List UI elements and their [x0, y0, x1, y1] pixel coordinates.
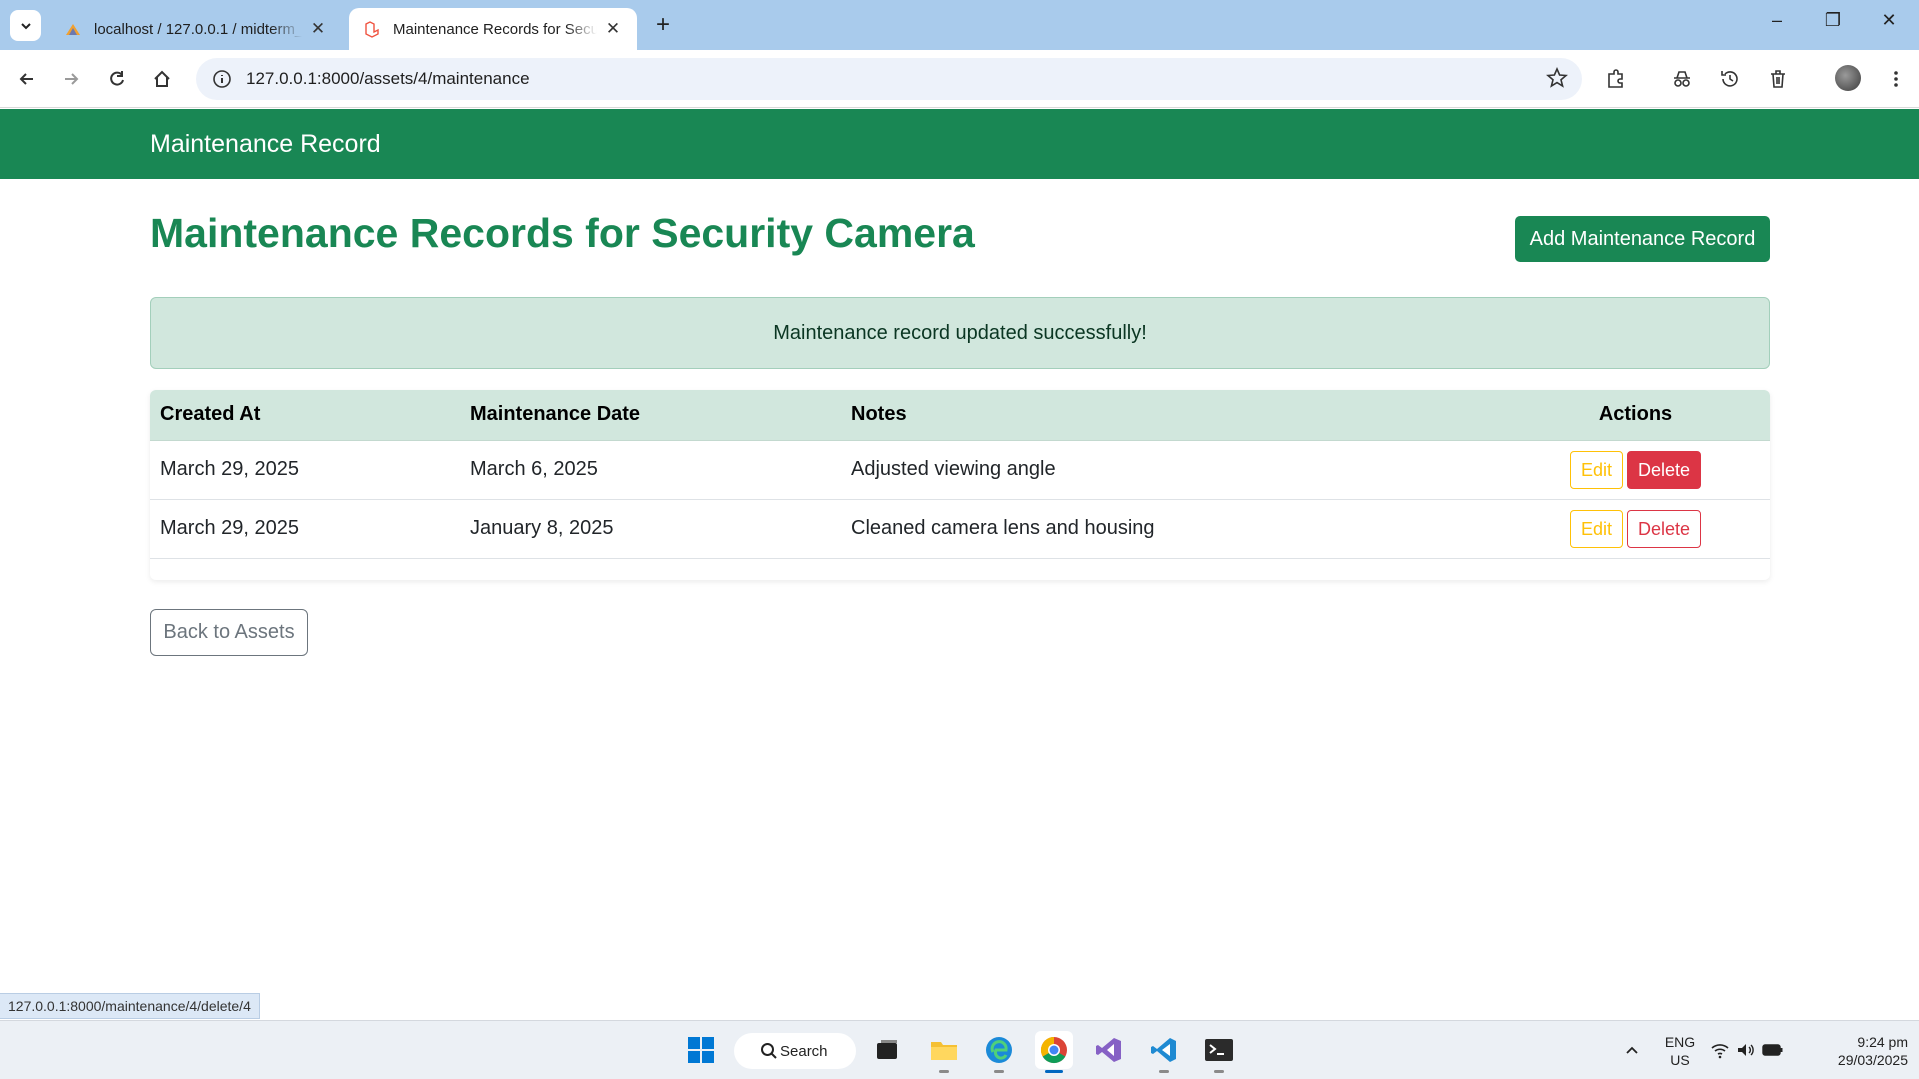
vscode-icon — [1151, 1038, 1176, 1062]
task-view-icon — [877, 1040, 897, 1059]
file-explorer-button[interactable] — [925, 1031, 963, 1073]
header-actions: Actions — [1491, 390, 1770, 441]
folder-icon — [931, 1042, 957, 1060]
site-info-icon[interactable] — [210, 67, 234, 91]
cell-notes: Adjusted viewing angle — [851, 458, 1056, 480]
terminal-button[interactable] — [1200, 1031, 1238, 1073]
tab-maintenance-records[interactable]: Maintenance Records for Security Camera … — [349, 8, 637, 50]
page-title: Maintenance Records for Security Camera — [150, 210, 975, 256]
maintenance-table: Created At Maintenance Date Notes Action… — [150, 390, 1770, 559]
clock[interactable]: 9:24 pm 29/03/2025 — [1810, 1033, 1908, 1069]
table-row: March 29, 2025 January 8, 2025 Cleaned c… — [150, 499, 1770, 558]
edit-button[interactable]: Edit — [1569, 509, 1623, 548]
header-created-at: Created At — [150, 390, 460, 441]
battery-icon — [1762, 1044, 1783, 1056]
clock-time: 9:24 pm — [1857, 1034, 1908, 1050]
edge-icon — [986, 1037, 1012, 1063]
bookmark-star-icon[interactable] — [1546, 66, 1568, 94]
address-bar[interactable]: 127.0.0.1:8000/assets/4/maintenance — [196, 58, 1582, 100]
cell-notes: Cleaned camera lens and housing — [851, 517, 1155, 539]
browser-toolbar: 127.0.0.1:8000/assets/4/maintenance — [0, 50, 1919, 141]
new-tab-button[interactable]: + — [650, 11, 676, 39]
visual-studio-button[interactable] — [1090, 1031, 1128, 1069]
cell-created-at: March 29, 2025 — [160, 458, 299, 480]
running-indicator — [939, 1070, 949, 1073]
start-button[interactable] — [682, 1031, 720, 1069]
edit-button[interactable]: Edit — [1569, 450, 1623, 489]
running-indicator — [1214, 1070, 1224, 1073]
tab-search-button[interactable] — [10, 10, 41, 41]
navbar-brand[interactable]: Maintenance Record — [150, 130, 381, 159]
vscode-button[interactable] — [1145, 1031, 1183, 1073]
tab-title: localhost / 127.0.0.1 / midterm_ — [94, 20, 302, 38]
region-code: US — [1670, 1052, 1690, 1068]
incognito-icon[interactable] — [1667, 64, 1697, 94]
delete-button[interactable]: Delete — [1627, 509, 1702, 548]
chevron-up-icon — [1626, 1046, 1638, 1054]
back-to-assets-button[interactable]: Back to Assets — [150, 609, 308, 656]
chrome-icon — [1040, 1036, 1067, 1064]
cell-actions: Edit Delete — [1491, 499, 1770, 558]
tab-title: Maintenance Records for Security Camera — [393, 20, 597, 38]
alert-message: Maintenance record updated successfully! — [773, 321, 1147, 344]
browser-tab-strip: localhost / 127.0.0.1 / midterm_ ✕ Maint… — [0, 0, 1919, 50]
running-indicator — [994, 1070, 1004, 1073]
cell-maintenance-date: March 6, 2025 — [470, 458, 598, 480]
tab-phpmyadmin[interactable]: localhost / 127.0.0.1 / midterm_ ✕ — [50, 8, 342, 50]
link-status-bar: 127.0.0.1:8000/maintenance/4/delete/4 — [0, 993, 260, 1019]
trash-icon[interactable] — [1763, 64, 1793, 94]
reload-icon[interactable] — [102, 64, 132, 94]
show-hidden-icons-button[interactable] — [1613, 1031, 1651, 1069]
minimize-icon[interactable]: – — [1762, 10, 1792, 31]
back-icon[interactable] — [12, 64, 42, 94]
language-indicator[interactable]: ENG US — [1664, 1033, 1696, 1069]
task-view-button[interactable] — [868, 1031, 906, 1069]
clock-date: 29/03/2025 — [1837, 1052, 1908, 1068]
tab-close-icon[interactable]: ✕ — [603, 19, 623, 39]
header-notes: Notes — [841, 390, 1491, 441]
phpmyadmin-icon — [66, 24, 80, 35]
edge-button[interactable] — [980, 1031, 1018, 1073]
tab-close-icon[interactable]: ✕ — [308, 19, 328, 39]
running-indicator — [1159, 1070, 1169, 1073]
success-alert: Maintenance record updated successfully! — [150, 297, 1770, 369]
volume-icon — [1738, 1044, 1754, 1056]
laravel-icon — [365, 21, 379, 38]
cell-actions: Edit Delete — [1491, 440, 1770, 499]
running-indicator — [1045, 1070, 1063, 1073]
restore-icon[interactable]: ❐ — [1818, 10, 1848, 31]
url-text: 127.0.0.1:8000/assets/4/maintenance — [246, 69, 530, 88]
wifi-icon — [1711, 1044, 1729, 1059]
cell-created-at: March 29, 2025 — [160, 517, 299, 539]
more-menu-icon[interactable] — [1881, 64, 1911, 94]
profile-avatar[interactable] — [1835, 65, 1861, 91]
chevron-down-icon — [20, 22, 31, 29]
search-label: Search — [780, 1042, 828, 1060]
table-header-row: Created At Maintenance Date Notes Action… — [150, 390, 1770, 441]
history-icon[interactable] — [1715, 64, 1745, 94]
taskbar-search[interactable]: Search — [734, 1033, 856, 1069]
maintenance-table-card: Created At Maintenance Date Notes Action… — [150, 390, 1770, 580]
extensions-icon[interactable] — [1601, 64, 1631, 94]
chrome-button[interactable] — [1035, 1031, 1073, 1073]
visual-studio-icon — [1096, 1038, 1121, 1062]
windows-taskbar: Search ENG US 9:24 pm 29/03/2025 — [0, 1020, 1919, 1079]
forward-icon[interactable] — [56, 64, 86, 94]
language-code: ENG — [1664, 1034, 1696, 1050]
cell-maintenance-date: January 8, 2025 — [470, 517, 614, 539]
home-icon[interactable] — [147, 64, 177, 94]
windows-logo-icon — [688, 1037, 714, 1063]
table-row: March 29, 2025 March 6, 2025 Adjusted vi… — [150, 440, 1770, 499]
header-maintenance-date: Maintenance Date — [460, 390, 841, 441]
close-window-icon[interactable]: ✕ — [1874, 10, 1904, 31]
search-icon — [761, 1043, 777, 1059]
terminal-icon — [1205, 1039, 1233, 1061]
app-navbar: Maintenance Record — [0, 109, 1919, 179]
add-maintenance-record-button[interactable]: Add Maintenance Record — [1515, 216, 1770, 262]
delete-button[interactable]: Delete — [1627, 450, 1702, 489]
system-tray-status[interactable] — [1707, 1031, 1787, 1069]
